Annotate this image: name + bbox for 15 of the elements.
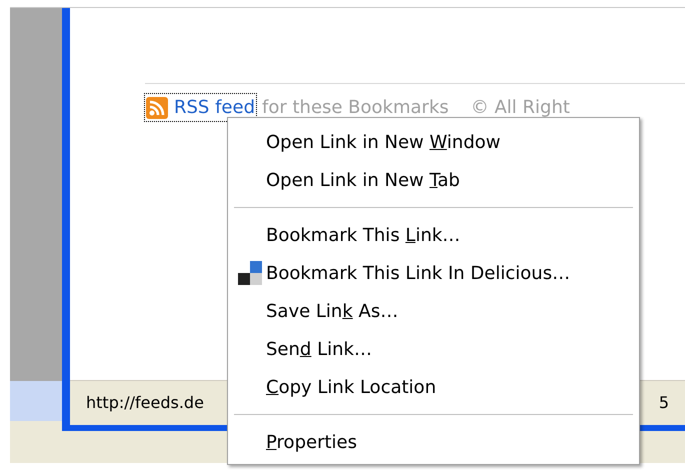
status-url: http://feeds.de	[86, 392, 204, 414]
status-text: 5	[658, 392, 669, 414]
menu-item[interactable]: Open Link in New Tab	[228, 161, 639, 199]
menu-item[interactable]: Open Link in New Window	[228, 123, 639, 161]
menu-item[interactable]: Save Link As…	[228, 292, 639, 330]
menu-item[interactable]: Bookmark This Link In Delicious…	[228, 254, 639, 292]
copyright-text: © All Right	[470, 96, 570, 120]
menu-item[interactable]: Bookmark This Link…	[228, 216, 639, 254]
menu-item[interactable]: Send Link…	[228, 330, 639, 368]
menu-item[interactable]: Copy Link Location	[228, 368, 639, 406]
squares-icon	[238, 261, 262, 285]
footer-text: for these Bookmarks	[262, 96, 449, 120]
rss-feed-link[interactable]: RSS feed	[145, 94, 256, 121]
rss-icon	[146, 96, 168, 118]
menu-item[interactable]: Properties	[228, 423, 639, 461]
